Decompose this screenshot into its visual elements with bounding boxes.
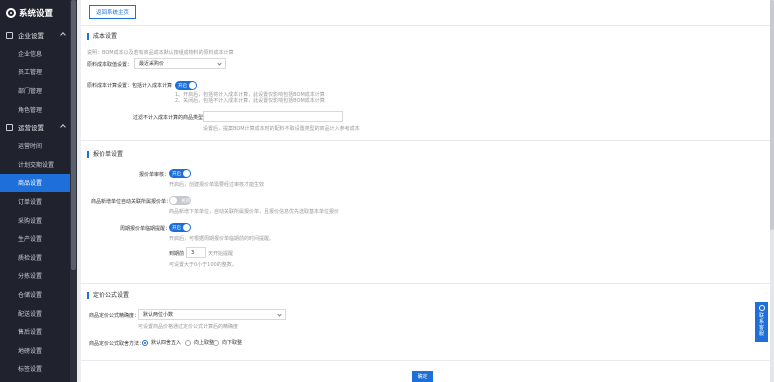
quote-expire-hint: 开启后，可根据周期报价单临期前的时间提醒。 [169,236,275,242]
scrollbar-thumb[interactable] [71,0,76,270]
main-area: 返回系统主页 成本设置 说明：BOM成本以及若有商品成本默认按组成物料的原料成本… [77,0,774,382]
cost-note: 说明：BOM成本以及若有商品成本默认按组成物料的原料成本计算 [87,50,234,56]
section-title-cost: 成本设置 [87,33,117,40]
expire-days-suffix: 天开始提醒 [208,251,234,257]
toggle-text: 开启 [178,83,187,89]
sidebar-item-delivery-plan[interactable]: 计划交期设置 [0,155,77,174]
chat-icon [758,305,765,311]
cost-exclude-label: 过滤不计入成本计算的商品类型 [133,115,204,121]
cost-include-label: 原料成本计算设置：包括计入成本计算 [87,83,173,89]
cost-source-select[interactable]: 最近采购价 [134,58,226,69]
quote-audit-label: 报价单审核： [139,172,170,178]
pricing-precision-value: 默认两位小数 [143,312,174,318]
sidebar-item-warehouse[interactable]: 仓储设置 [0,285,77,304]
rounding-option-round[interactable]: 默认四舍五入 [142,339,181,346]
quote-sync-hint: 商品新增下单单位，自动关联所属报价单，且报价信息优先选取基本单位报价 [169,209,340,215]
cost-source-value: 最近采购价 [139,61,165,67]
support-text: 服 [758,331,764,337]
quote-sync-toggle[interactable]: 关闭 [169,196,191,205]
pricing-precision-hint: 可设置商品价格通过定价公式计算后的精确度 [138,324,239,330]
sidebar-item-order[interactable]: 订单设置 [0,192,77,211]
radio-icon [142,339,148,346]
sidebar-item-company-info[interactable]: 企业信息 [0,44,77,63]
app-title: 系统设置 [19,9,54,19]
section-title-quote: 报价单设置 [87,151,123,158]
sidebar-item-sorting[interactable]: 分拣设置 [0,267,77,286]
cost-include-hint-2: 2、关闭后，包括不计入成本计算，此设置仅影响包括BOM成本计算 [175,98,325,104]
scrollbar-thumb[interactable] [770,0,774,230]
back-to-home-button[interactable]: 返回系统主页 [89,5,136,19]
chevron-up-icon [60,32,66,38]
toggle-text: 开启 [172,225,181,231]
settings-card: 返回系统主页 成本设置 说明：BOM成本以及若有商品成本默认按组成物料的原料成本… [81,0,770,382]
divider [81,25,770,26]
rounding-option-ceil[interactable]: 向上取整 [185,339,214,346]
expire-days-value: 3 [191,249,195,256]
sidebar: 系统设置 企业设置 企业信息 员工管理 部门管理 角色管理 运营设置 运营时间 … [0,0,77,382]
settings-icon [6,123,13,131]
quote-sync-label: 商品新增单位自动关联所属报价单： [91,199,172,205]
divider [81,283,770,284]
radio-label: 默认四舍五入 [151,340,182,346]
sidebar-item-operating-time[interactable]: 运营时间 [0,136,77,155]
gear-icon [6,8,16,18]
cost-source-label: 原料成本取值设置： [87,62,133,68]
sidebar-item-after-sales[interactable]: 售后设置 [0,322,77,341]
sidebar-group-label: 运营设置 [18,124,44,133]
chevron-up-icon [60,124,66,131]
toggle-text: 开启 [172,171,181,177]
pricing-precision-select[interactable]: 默认两位小数 [138,309,286,320]
cost-exclude-hint: 设置后，提案BOM计算成本时的配料不取设置类型的商品计入参考成本 [203,126,360,132]
divider [81,140,770,141]
divider [81,360,770,361]
main-scrollbar[interactable] [770,0,774,382]
building-icon [6,31,13,39]
quote-audit-hint: 开启后，创建报价单需要经过审核才能生效 [169,182,265,188]
quote-expire-toggle[interactable]: 开启 [169,223,191,232]
sidebar-scrollbar[interactable] [70,0,77,382]
contact-support-button[interactable]: 联 系 客 服 [755,302,768,342]
sidebar-item-roles[interactable]: 角色管理 [0,100,77,119]
sidebar-item-labels[interactable]: 标签设置 [0,360,77,379]
sidebar-item-staff[interactable]: 员工管理 [0,63,77,82]
sidebar-group-label: 企业设置 [18,32,44,40]
quote-audit-toggle[interactable]: 开启 [169,169,191,178]
confirm-button[interactable]: 确定 [412,371,433,382]
sidebar-item-weighbridge[interactable]: 地磅设置 [0,341,77,360]
cost-include-toggle[interactable]: 开启 [175,81,197,90]
expire-days-input[interactable]: 3 [186,247,206,258]
pricing-rounding-label: 商品定价公式取舍方法： [89,341,145,347]
sidebar-item-product-settings[interactable]: 商品设置 [0,173,70,193]
radio-icon [185,339,191,346]
chevron-down-icon [277,312,282,317]
rounding-option-floor[interactable]: 向下取整 [213,339,242,346]
radio-icon [213,339,219,346]
quote-expire-label: 周期报价单临期提醒： [120,226,171,232]
sidebar-item-dispatch[interactable]: 配送设置 [0,304,77,323]
sidebar-item-purchase[interactable]: 采购设置 [0,211,77,230]
radio-label: 向上取整 [194,340,215,346]
chevron-down-icon [217,61,222,66]
sidebar-group-operation[interactable]: 运营设置 [0,118,77,136]
radio-label: 向下取整 [222,340,243,346]
sidebar-item-department[interactable]: 部门管理 [0,81,77,100]
pricing-precision-label: 商品定价公式精确度： [89,313,140,319]
expire-days-note: 可设置大于0小于100的整数。 [169,262,237,268]
sidebar-item-quality[interactable]: 质检设置 [0,248,77,267]
sidebar-group-enterprise[interactable]: 企业设置 [0,26,77,44]
cost-exclude-input[interactable] [203,111,343,122]
toggle-text: 关闭 [181,198,190,204]
sidebar-item-production[interactable]: 生产设置 [0,229,77,248]
section-title-pricing: 定价公式设置 [87,292,129,299]
app-logo: 系统设置 [0,0,77,26]
expire-days-prefix: 到期前 [169,251,185,257]
